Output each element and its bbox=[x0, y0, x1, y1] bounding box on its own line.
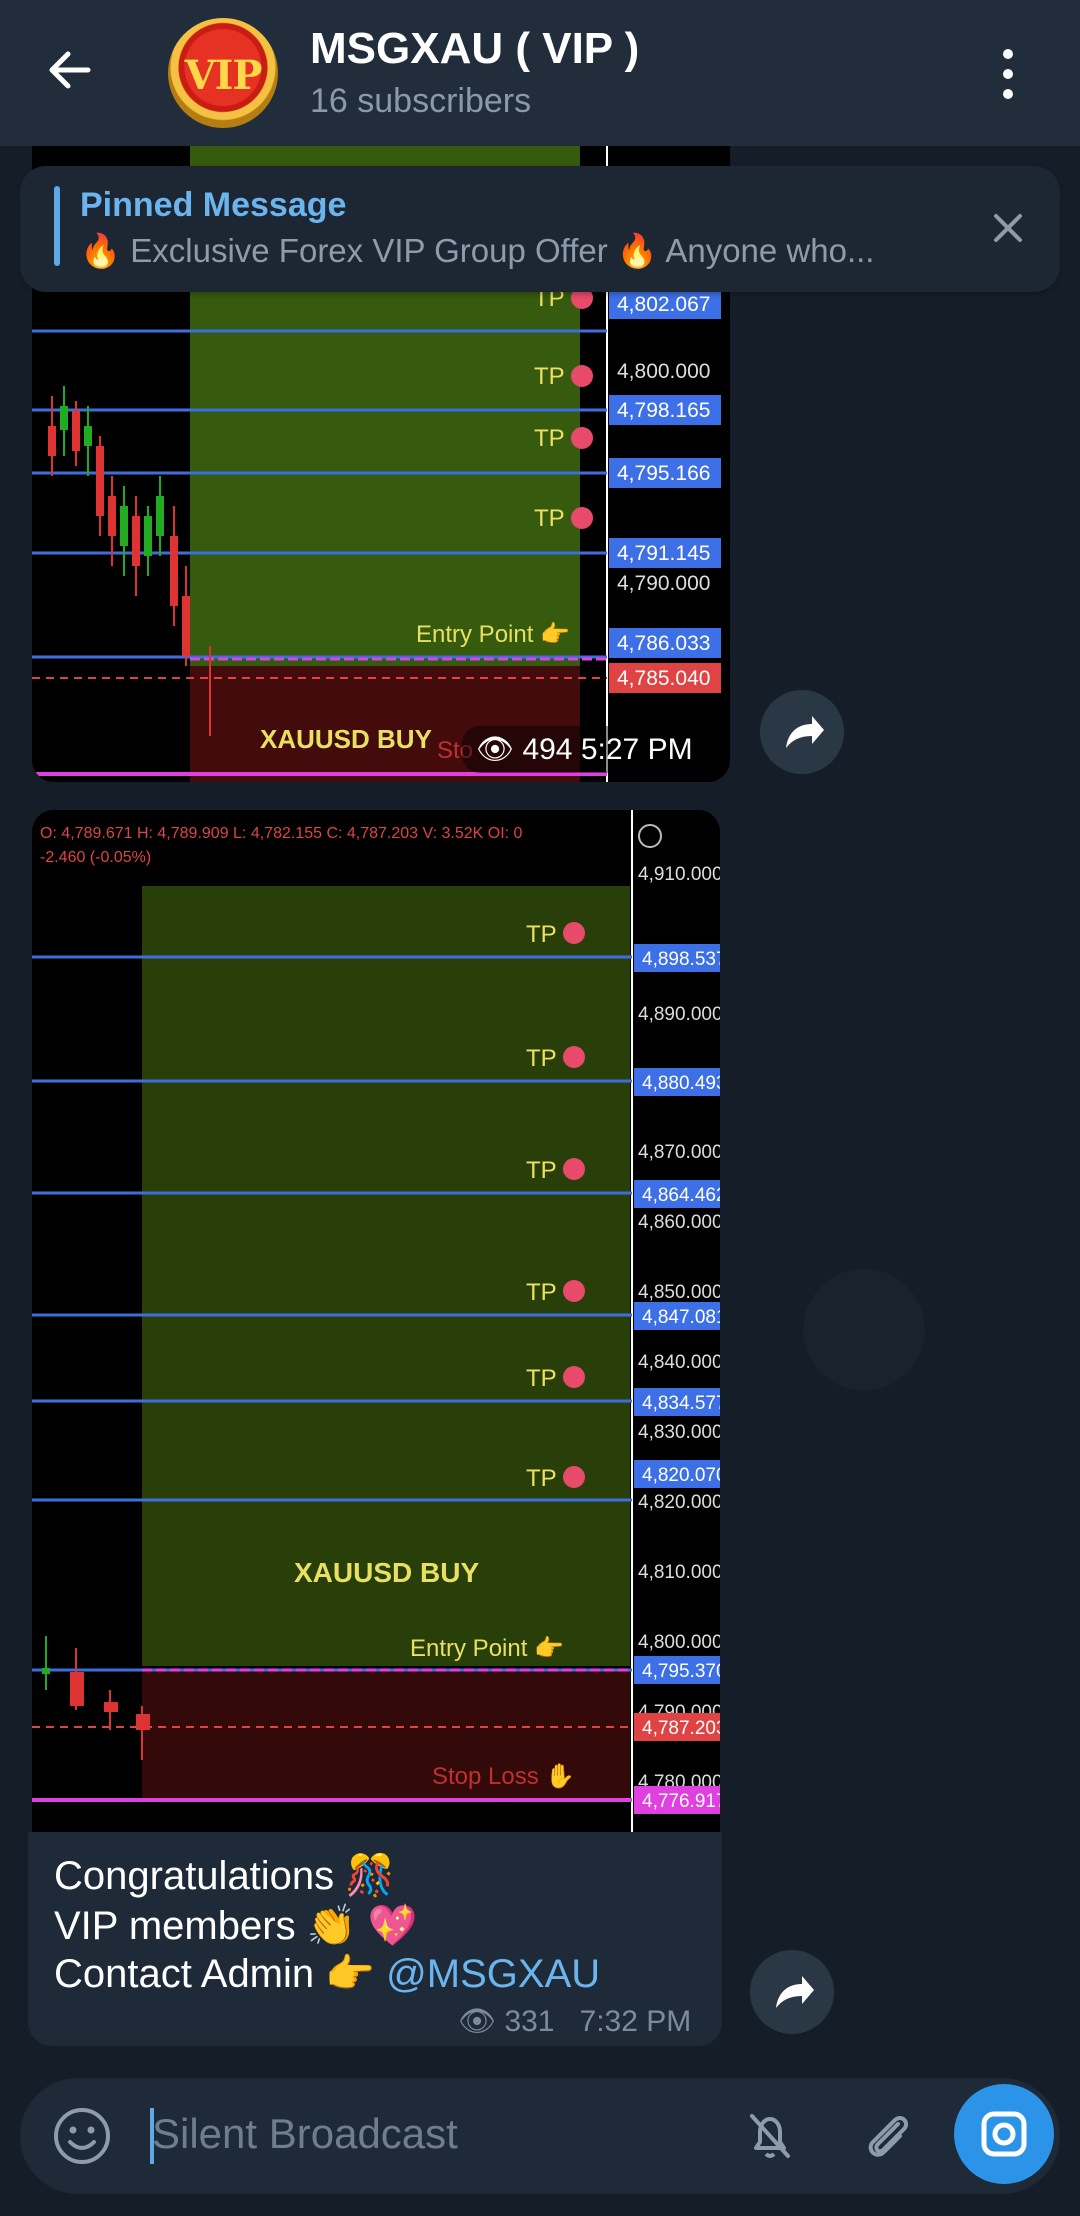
chart-image-message-2[interactable]: O: 4,789.671 H: 4,789.909 L: 4,782.155 C… bbox=[32, 810, 720, 1832]
message-2-caption: Congratulations 🎊 VIP members 👏 💖 Contac… bbox=[28, 1832, 722, 2046]
svg-text:4,810.000: 4,810.000 bbox=[638, 1562, 720, 1583]
message-input-bar[interactable]: Silent Broadcast bbox=[20, 2078, 1060, 2194]
forward-button-1[interactable] bbox=[760, 690, 844, 774]
views-icon: 👁 bbox=[476, 733, 515, 766]
svg-text:4,910.000: 4,910.000 bbox=[638, 864, 720, 885]
pinned-indicator bbox=[54, 186, 60, 266]
chart-2: O: 4,789.671 H: 4,789.909 L: 4,782.155 C… bbox=[32, 810, 720, 1832]
svg-text:TP: TP bbox=[526, 921, 557, 948]
subscriber-count: 16 subscribers bbox=[310, 82, 532, 120]
admin-mention-link[interactable]: @MSGXAU bbox=[386, 1952, 600, 1996]
svg-text:4,820.000: 4,820.000 bbox=[638, 1492, 720, 1513]
price-tag: 4,898.537 bbox=[642, 949, 720, 970]
price-tag: 4,791.145 bbox=[617, 542, 710, 565]
price-tag: 4,798.165 bbox=[617, 399, 710, 422]
price-tag: 4,864.462 bbox=[642, 1185, 720, 1206]
svg-text:TP: TP bbox=[534, 363, 565, 390]
back-arrow-icon[interactable] bbox=[40, 40, 100, 100]
svg-text:4,850.000: 4,850.000 bbox=[638, 1282, 720, 1303]
svg-text:TP: TP bbox=[526, 1465, 557, 1492]
bell-off-icon[interactable] bbox=[740, 2106, 800, 2166]
forward-button-2[interactable] bbox=[750, 1950, 834, 2034]
price-axis: 4,790.000 bbox=[617, 572, 710, 595]
ohlc-readout: O: 4,789.671 H: 4,789.909 L: 4,782.155 C… bbox=[40, 825, 523, 842]
chart-watermark-2: XAUUSD BUY bbox=[294, 1557, 479, 1588]
attach-paperclip-icon[interactable] bbox=[858, 2106, 918, 2166]
svg-text:TP: TP bbox=[534, 505, 565, 532]
svg-text:TP: TP bbox=[526, 1365, 557, 1392]
svg-text:4,830.000: 4,830.000 bbox=[638, 1422, 720, 1443]
pinned-title: Pinned Message bbox=[80, 186, 347, 224]
price-tag: 4,834.577 bbox=[642, 1393, 720, 1414]
message-1-meta: 👁 494 5:27 PM bbox=[462, 726, 707, 773]
price-tag: 4,802.067 bbox=[617, 293, 710, 316]
emoji-icon[interactable] bbox=[52, 2106, 112, 2166]
chart-watermark-1: XAUUSD BUY bbox=[260, 724, 432, 754]
views-count: 494 bbox=[522, 733, 573, 766]
pinned-text: 🔥 Exclusive Forex VIP Group Offer 🔥 Anyo… bbox=[80, 232, 875, 269]
views-count: 331 bbox=[504, 2005, 555, 2038]
svg-text:TP: TP bbox=[534, 425, 565, 452]
price-tag: 4,820.070 bbox=[642, 1465, 720, 1486]
svg-text:TP: TP bbox=[526, 1157, 557, 1184]
entry-point-label-2: Entry Point 👉 bbox=[410, 1635, 564, 1662]
message-2-meta: 👁 331 7:32 PM bbox=[458, 2004, 691, 2039]
chat-header: VIP MSGXAU ( VIP ) 16 subscribers bbox=[0, 0, 1080, 146]
svg-text:4,840.000: 4,840.000 bbox=[638, 1352, 720, 1373]
current-price-tag: 4,787.203 bbox=[642, 1718, 720, 1739]
views-icon: 👁 bbox=[458, 2005, 497, 2038]
price-tag: 4,785.040 bbox=[617, 667, 710, 690]
channel-avatar[interactable]: VIP bbox=[168, 18, 278, 128]
close-icon[interactable] bbox=[990, 210, 1026, 246]
entry-price-tag: 4,795.370 bbox=[642, 1661, 720, 1682]
caption-line-1: Congratulations 🎊 bbox=[54, 1854, 396, 1898]
price-tag: 4,795.166 bbox=[617, 462, 710, 485]
channel-name[interactable]: MSGXAU ( VIP ) bbox=[310, 24, 639, 74]
svg-text:4,860.000: 4,860.000 bbox=[638, 1212, 720, 1233]
change-readout: -2.460 (-0.05%) bbox=[40, 849, 151, 866]
caption-line-2: VIP members 👏 💖 bbox=[54, 1904, 418, 1948]
caption-line-3: Contact Admin 👉 bbox=[54, 1952, 387, 1996]
price-axis: 4,800.000 bbox=[617, 360, 710, 383]
price-tag: 4,847.081 bbox=[642, 1307, 720, 1328]
broadcast-input[interactable]: Silent Broadcast bbox=[152, 2110, 458, 2158]
forward-arrow-icon bbox=[786, 716, 824, 748]
svg-text:TP: TP bbox=[526, 1045, 557, 1072]
svg-text:4,800.000: 4,800.000 bbox=[638, 1632, 720, 1653]
camera-button[interactable] bbox=[954, 2084, 1054, 2184]
price-tag: 4,880.493 bbox=[642, 1073, 720, 1094]
forward-arrow-icon bbox=[776, 1976, 814, 2008]
stop-loss-label-2: Stop Loss ✋ bbox=[432, 1762, 575, 1790]
camera-icon bbox=[981, 2111, 1027, 2157]
entry-point-label-1: Entry Point 👉 bbox=[416, 621, 570, 648]
more-menu-icon[interactable] bbox=[1000, 48, 1016, 100]
svg-text:4,870.000: 4,870.000 bbox=[638, 1142, 720, 1163]
svg-text:TP: TP bbox=[526, 1279, 557, 1306]
message-time: 5:27 PM bbox=[580, 733, 693, 766]
price-tag: 4,786.033 bbox=[617, 632, 710, 655]
message-time: 7:32 PM bbox=[579, 2005, 692, 2038]
svg-text:4,890.000: 4,890.000 bbox=[638, 1004, 720, 1025]
stop-price-tag: 4,776.917 bbox=[642, 1791, 720, 1812]
pinned-message-bar[interactable]: Pinned Message 🔥 Exclusive Forex VIP Gro… bbox=[20, 166, 1060, 292]
